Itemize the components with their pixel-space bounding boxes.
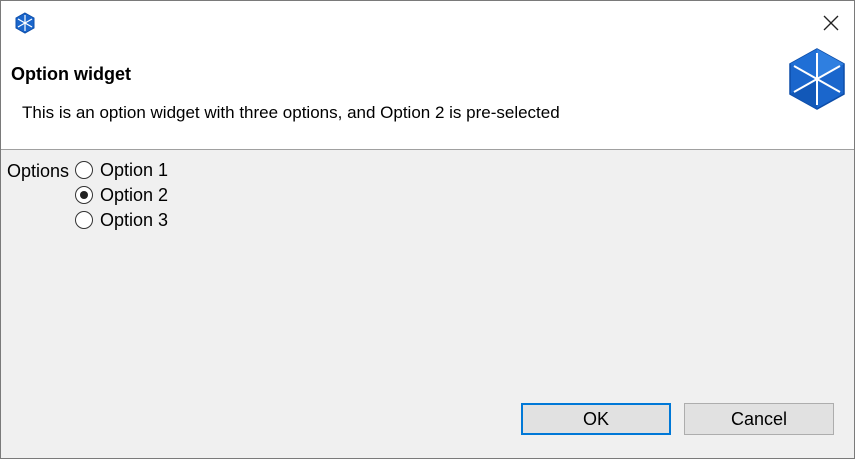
option-1-radio[interactable]: Option 1 bbox=[75, 158, 168, 182]
option-3-radio[interactable]: Option 3 bbox=[75, 208, 168, 232]
close-icon bbox=[823, 15, 839, 31]
options-label: Options bbox=[7, 161, 70, 181]
app-logo-icon bbox=[789, 48, 845, 110]
radio-checked-icon bbox=[75, 186, 93, 204]
option-label: Option 2 bbox=[100, 184, 169, 205]
dialog-header: Option widget This is an option widget w… bbox=[1, 45, 854, 150]
cancel-button[interactable]: Cancel bbox=[684, 403, 834, 435]
dialog-title: Option widget bbox=[11, 64, 131, 84]
ok-button[interactable]: OK bbox=[521, 403, 671, 435]
dialog-description: This is an option widget with three opti… bbox=[22, 103, 560, 122]
title-bar bbox=[1, 1, 854, 45]
option-label: Option 3 bbox=[100, 209, 169, 230]
radio-unchecked-icon bbox=[75, 161, 93, 179]
option-2-radio[interactable]: Option 2 bbox=[75, 183, 168, 207]
close-button[interactable] bbox=[808, 1, 854, 45]
app-logo-icon bbox=[15, 12, 35, 34]
option-label: Option 1 bbox=[100, 159, 169, 180]
radio-unchecked-icon bbox=[75, 211, 93, 229]
dialog-window: Option widget This is an option widget w… bbox=[0, 0, 855, 459]
